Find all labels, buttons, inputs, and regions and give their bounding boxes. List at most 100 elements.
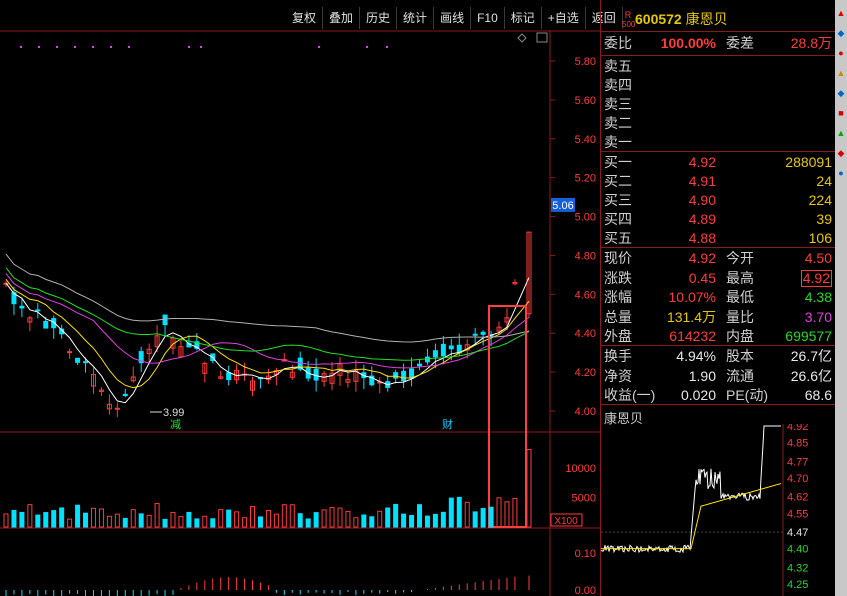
toolbar-button-4[interactable]: 画线 <box>434 7 472 29</box>
buy-price: 4.90 <box>688 192 716 208</box>
weibi-label: 委比 <box>604 35 632 51</box>
price-axis-label: 5.60 <box>575 95 596 107</box>
volume-bar <box>218 509 224 528</box>
buy-label: 买一 <box>604 154 632 170</box>
quote-label: 外盘 <box>604 328 632 344</box>
volume-bar <box>138 513 144 528</box>
volume-bar <box>472 511 478 528</box>
quote-row: 总量 131.4万 量比 3.70 <box>604 308 832 327</box>
intraday-mini-chart[interactable]: 4.92 4.85 4.77 4.70 4.62 4.55 4.47 4.40 4.32 4.25 <box>601 424 835 596</box>
sell-row: 卖四 <box>604 76 832 95</box>
event-dot <box>318 46 320 48</box>
badge-top: R <box>624 10 632 20</box>
mini-axis-label: 4.92 <box>787 424 808 433</box>
volume-bar <box>526 448 532 528</box>
toolbar-button-3[interactable]: 统计 <box>397 7 435 29</box>
side-tool-icon[interactable]: ▲ <box>836 8 846 18</box>
side-scrollbar[interactable]: ▲ ◆ ● ▲ ◆ ■ ▲ ◆ ● <box>835 0 847 596</box>
kline-chart-area[interactable]: 5.80 5.60 5.40 5.20 5.00 4.80 4.60 4.40 4.20 4.00… <box>0 0 600 596</box>
volume-bar <box>3 513 9 528</box>
volume-bar <box>321 509 327 528</box>
volume-bar <box>210 518 216 528</box>
volume-bar <box>313 512 319 528</box>
volume-bar <box>273 513 279 528</box>
quote-value: 4.92 <box>800 269 832 287</box>
volume-bar <box>337 507 343 528</box>
stock-code: 600572 <box>635 11 682 27</box>
volume-bar <box>305 518 311 528</box>
quote-value: 4.38 <box>804 289 832 305</box>
buy-volume: 288091 <box>785 154 832 170</box>
toolbar-button-6[interactable]: 标记 <box>505 7 542 29</box>
quote-label: 内盘 <box>726 328 754 344</box>
mini-axis-label: 4.70 <box>787 473 808 485</box>
volume-bar <box>329 507 335 528</box>
volume-bar <box>186 511 192 528</box>
side-tool-icon[interactable]: ▲ <box>836 128 846 138</box>
quote-value: 699577 <box>785 328 832 344</box>
volume-bar <box>488 506 494 528</box>
quote-value: 4.50 <box>804 250 832 266</box>
toolbar-button-0[interactable]: 复权 <box>286 7 324 29</box>
toolbar-button-5[interactable]: F10 <box>471 7 505 29</box>
candle-body <box>35 309 41 312</box>
marker-cai: 财 <box>442 417 453 431</box>
volume-bar <box>385 507 391 528</box>
candle-body <box>19 305 25 309</box>
price-axis-label: 4.80 <box>575 250 596 262</box>
volume-bar <box>369 516 375 528</box>
side-tool-icon[interactable]: ◆ <box>836 148 846 158</box>
volume-bar <box>234 511 240 528</box>
ma10-line <box>5 279 530 389</box>
candle-body <box>448 345 454 350</box>
side-tool-icon[interactable]: ◆ <box>836 28 846 38</box>
buy-label: 买四 <box>604 211 632 227</box>
fundamental-label: 换手 <box>604 348 632 364</box>
volume-bar <box>512 497 518 528</box>
quote-row: 外盘 614232 内盘 699577 <box>604 327 832 346</box>
volume-bar <box>456 496 462 528</box>
quote-label: 现价 <box>604 250 632 266</box>
volume-bar <box>27 504 33 528</box>
toolbar-button-2[interactable]: 历史 <box>360 7 398 29</box>
buy-row: 买二 4.91 24 <box>604 172 832 191</box>
event-dot <box>188 46 190 48</box>
side-tool-icon[interactable]: ▲ <box>836 68 846 78</box>
volume-bar <box>226 509 232 528</box>
sell-row: 卖二 <box>604 114 832 133</box>
sell-row: 卖三 <box>604 95 832 114</box>
quote-value: 4.92 <box>688 250 716 266</box>
volume-bar <box>51 510 57 528</box>
candle-body <box>122 393 128 397</box>
buy-price: 4.89 <box>688 211 716 227</box>
quote-value: 614232 <box>669 328 716 344</box>
toolbar-button-7[interactable]: +自选 <box>542 7 586 29</box>
side-tool-icon[interactable]: ◆ <box>836 88 846 98</box>
diamond-icon <box>517 33 527 43</box>
volume-bar <box>417 504 423 528</box>
volume-unit: X100 <box>554 516 578 527</box>
quote-label: 最低 <box>726 289 754 305</box>
volume-bar <box>35 514 41 528</box>
side-tool-icon[interactable]: ● <box>836 48 846 58</box>
price-axis-label: 4.00 <box>575 406 596 418</box>
side-tool-icon[interactable]: ■ <box>836 108 846 118</box>
volume-bar <box>480 508 486 528</box>
candle-body <box>162 314 168 326</box>
volume-axis-label: 5000 <box>572 493 596 505</box>
mini-axis-label: 4.25 <box>787 579 808 591</box>
side-tool-icon[interactable]: ● <box>836 168 846 178</box>
stock-name: 康恩贝 <box>685 11 728 27</box>
fundamental-value: 26.7亿 <box>790 348 832 364</box>
event-dot <box>110 46 112 48</box>
mini-axis-label: 4.62 <box>787 492 808 504</box>
price-axis-label: 4.40 <box>575 328 596 340</box>
buy-price: 4.92 <box>688 154 716 170</box>
toolbar-button-1[interactable]: 叠加 <box>323 7 361 29</box>
volume-bar <box>146 514 152 528</box>
quote-label: 涨幅 <box>604 289 632 305</box>
volume-bar <box>250 506 256 528</box>
fundamental-label: PE(动) <box>726 387 768 403</box>
fundamental-row: 净资 1.90 流通 26.6亿 <box>604 367 832 386</box>
sell-label: 卖一 <box>604 134 632 150</box>
